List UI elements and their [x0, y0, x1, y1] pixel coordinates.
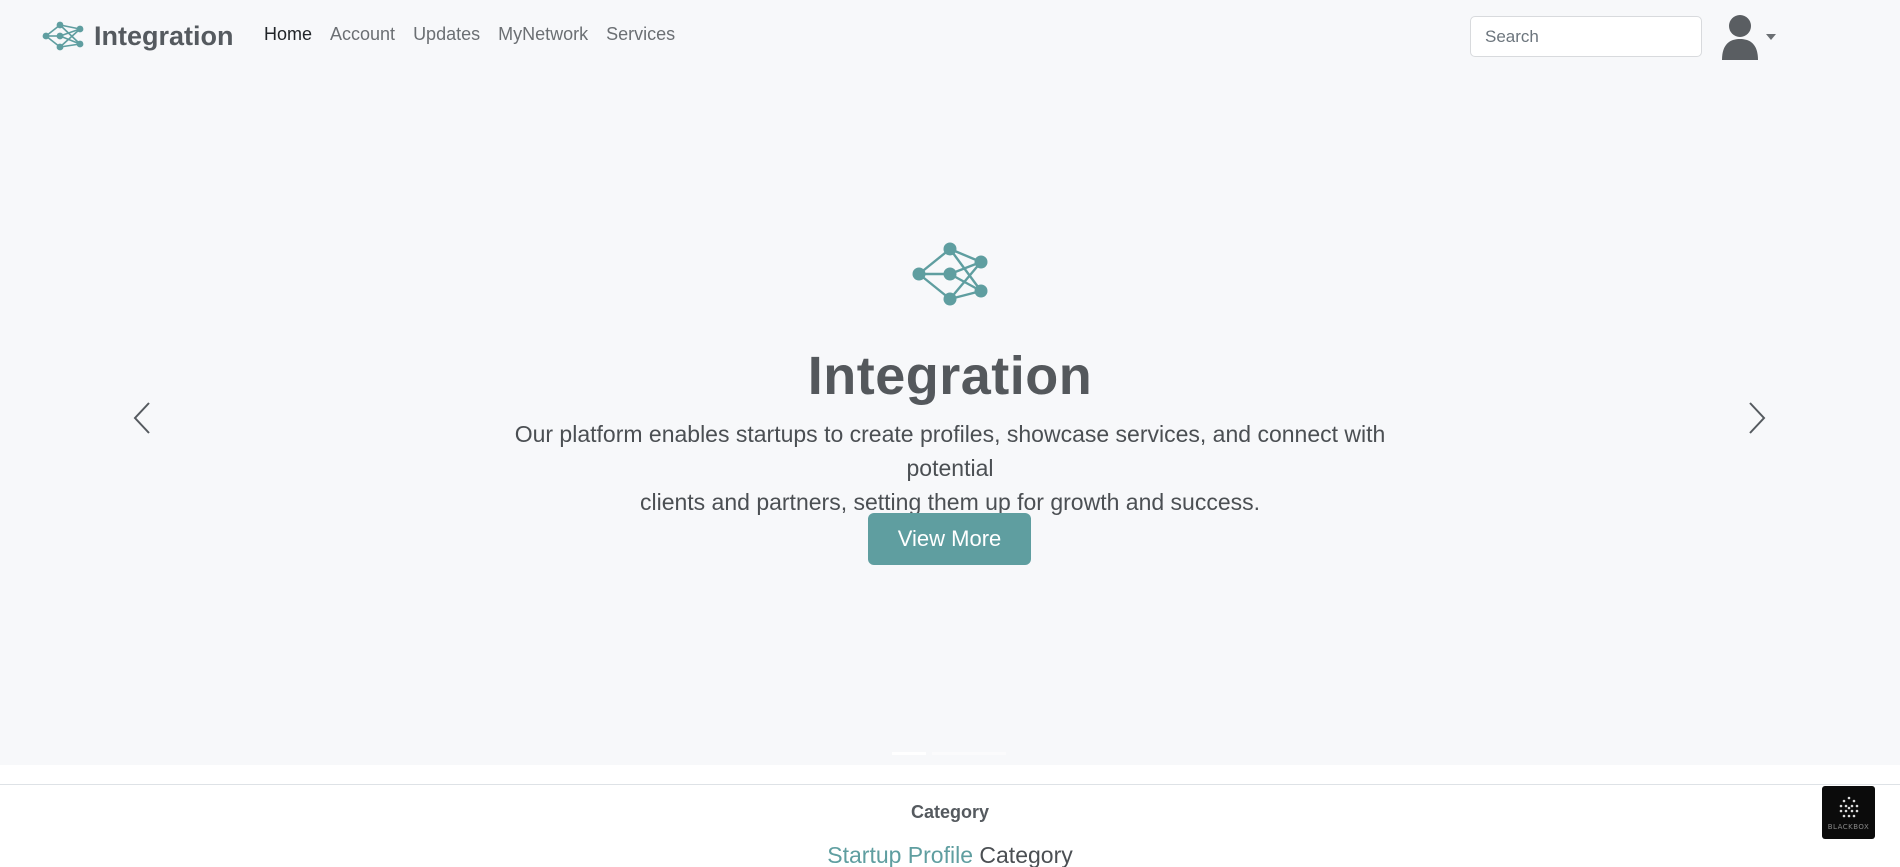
chevron-left-icon [133, 402, 150, 434]
carousel-next-button[interactable] [1737, 398, 1777, 438]
brand-link[interactable]: Integration [42, 16, 234, 56]
network-logo-icon [42, 21, 84, 51]
carousel-indicator[interactable] [932, 752, 1006, 755]
hero-description-line1: Our platform enables startups to create … [514, 421, 1386, 481]
user-menu-dropdown[interactable] [1720, 14, 1780, 60]
category-label: Category [910, 802, 990, 822]
nav-link-mynetwork[interactable]: MyNetwork [498, 24, 588, 45]
navbar: Integration Home Account Updates MyNetwo… [0, 0, 1900, 74]
user-avatar-icon [1722, 15, 1758, 60]
blackbox-logo-icon [1839, 796, 1858, 817]
carousel-indicators [892, 752, 1012, 755]
category-heading: Startup Profile Category [0, 842, 1900, 867]
category-heading-rest: Category [979, 842, 1073, 867]
brand-name: Integration [94, 20, 234, 51]
category-heading-accent: Startup Profile [827, 842, 974, 867]
nav-link-account[interactable]: Account [330, 24, 395, 45]
search-input[interactable] [1470, 16, 1702, 57]
hero-title: Integration [807, 346, 1093, 406]
chevron-right-icon [1749, 402, 1766, 434]
carousel-indicator[interactable] [892, 752, 926, 755]
section-divider [0, 784, 1900, 785]
chevron-down-icon [1766, 34, 1776, 40]
nav-links: Home Account Updates MyNetwork Services [264, 24, 693, 45]
network-logo-icon [912, 242, 988, 306]
carousel-prev-button[interactable] [122, 398, 162, 438]
hero-description: Our platform enables startups to create … [490, 417, 1410, 519]
hero-description-line2: clients and partners, setting them up fo… [639, 489, 1261, 515]
view-more-button[interactable]: View More [868, 513, 1031, 565]
nav-link-home[interactable]: Home [264, 24, 312, 45]
blackbox-label: BLACKBOX [1827, 822, 1870, 831]
nav-link-services[interactable]: Services [606, 24, 675, 45]
blackbox-widget-button[interactable]: BLACKBOX [1822, 786, 1875, 839]
nav-link-updates[interactable]: Updates [413, 24, 480, 45]
